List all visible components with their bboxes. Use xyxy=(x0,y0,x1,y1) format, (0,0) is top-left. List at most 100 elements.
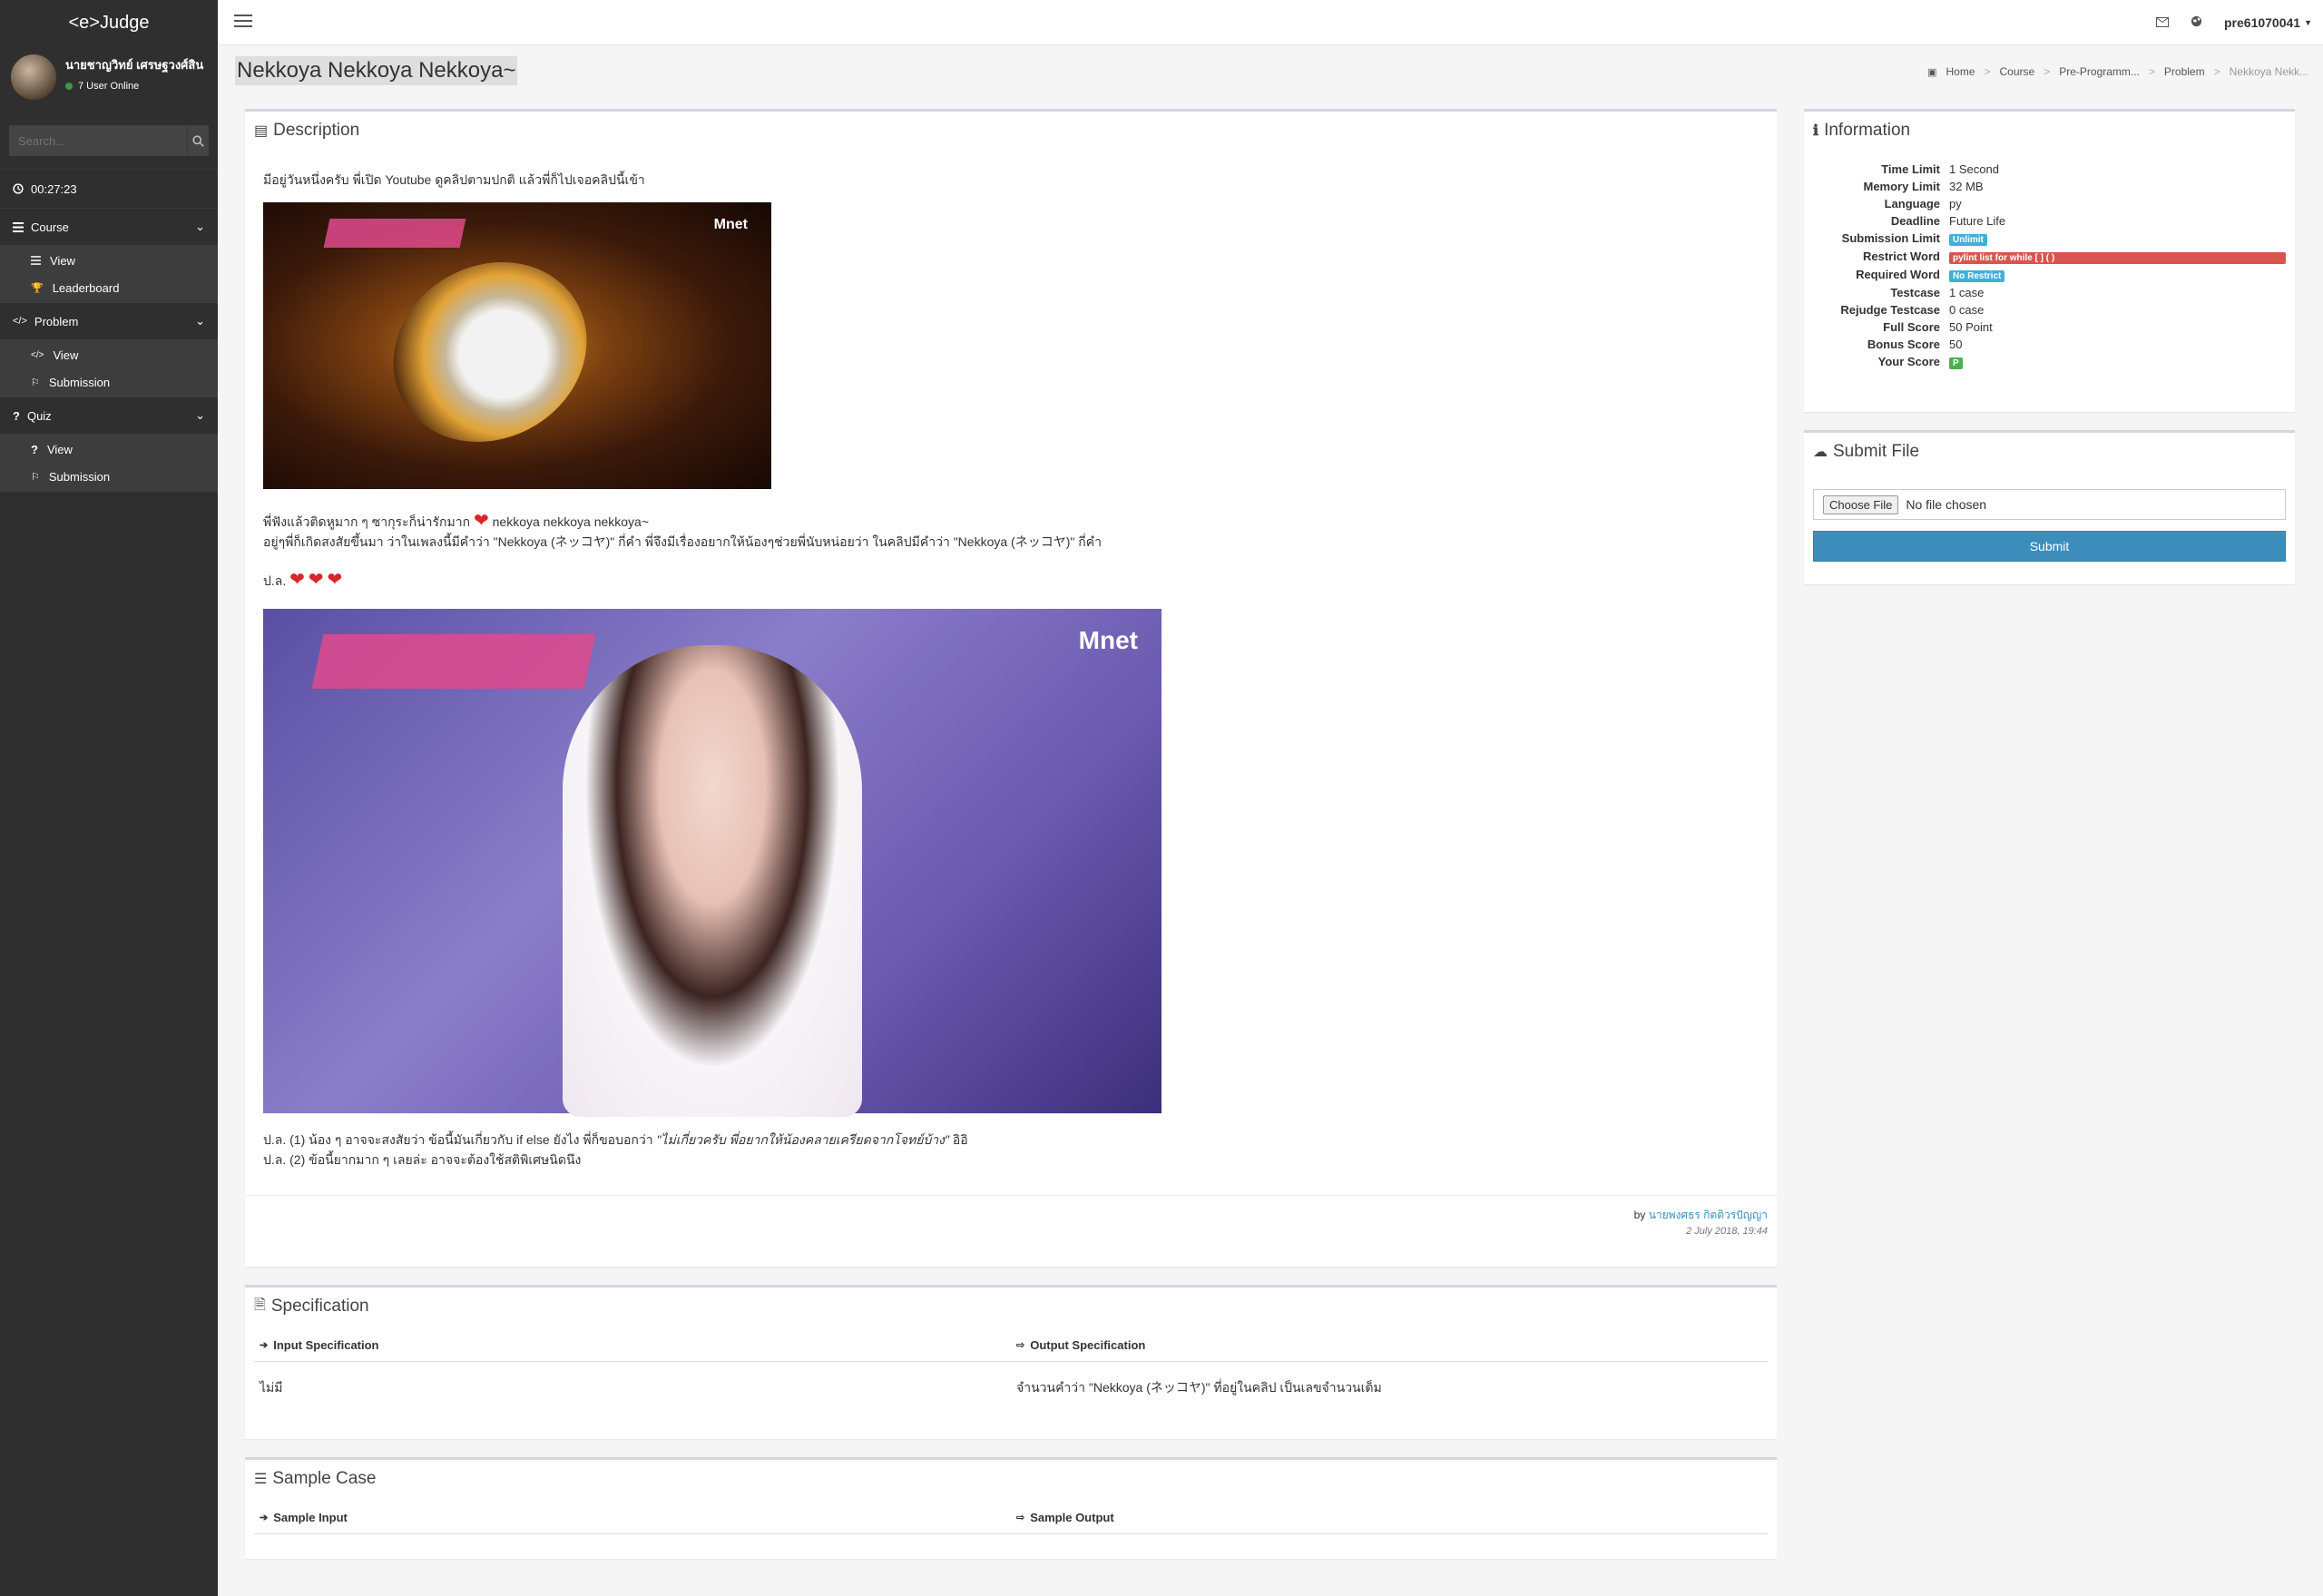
info-value: 32 MB xyxy=(1949,180,1984,193)
sidebar-search xyxy=(9,125,209,156)
ps1-italic: "ไม่เกี่ยวครับ พี่อยากให้น้องคลายเครียดจ… xyxy=(656,1132,949,1147)
cloud-upload-icon: ☁ xyxy=(1813,445,1828,460)
submenu-problem: </> View ⚐ Submission xyxy=(0,339,218,397)
ps1-text-b: อิอิ xyxy=(952,1132,968,1147)
info-label: Rejudge Testcase xyxy=(1840,303,1940,317)
input-spec-label: Input Specification xyxy=(273,1338,379,1352)
description-title: Description xyxy=(273,121,360,140)
brand-logo[interactable]: <e>Judge xyxy=(0,0,218,45)
breadcrumb-current: Nekkoya Nekk... xyxy=(2229,65,2308,78)
breadcrumb-home[interactable]: Home xyxy=(1946,65,1975,78)
heart-icon: ❤ xyxy=(327,570,343,590)
info-label: Memory Limit xyxy=(1863,180,1940,193)
information-header: ℹ Information xyxy=(1804,112,2295,150)
info-label: Deadline xyxy=(1890,214,1940,228)
mail-icon[interactable] xyxy=(2156,15,2169,30)
flag-icon: ⚐ xyxy=(31,471,40,483)
info-label: Testcase xyxy=(1890,286,1940,299)
problem-submission-label: Submission xyxy=(48,375,111,389)
mnet-logo: Mnet xyxy=(1078,626,1138,654)
information-title: Information xyxy=(1824,121,1911,140)
home-icon: ▣ xyxy=(1927,66,1937,78)
output-spec-value: จำนวนคำว่า "Nekkoya (ネッコヤ)" ที่อยู่ในคลิ… xyxy=(1016,1380,1382,1395)
quiz-view-item[interactable]: ? View xyxy=(0,436,218,463)
sample-case-box: ☰ Sample Case ➔ Sample Input ⇨ Sample Ou… xyxy=(245,1457,1777,1559)
clock-icon xyxy=(13,183,24,194)
info-label: Full Score xyxy=(1883,320,1940,334)
info-label: Time Limit xyxy=(1881,162,1940,176)
quiz-submission-item[interactable]: ⚐ Submission xyxy=(0,463,218,490)
author-footer: by นายพงศธร กิตติวรปัญญา 2 July 2018, 19… xyxy=(245,1195,1777,1248)
chevron-down-icon: ⌄ xyxy=(195,408,205,422)
girl-video-thumbnail: Mnet xyxy=(263,609,1162,1117)
description-box: ▤ Description มีอยู่วันหนึ่งครับ พี่เปิด… xyxy=(245,109,1777,1267)
ps-label: ป.ล. xyxy=(263,573,287,588)
output-spec-label: Output Specification xyxy=(1030,1338,1146,1352)
quiz-view-label: View xyxy=(46,442,73,456)
by-label: by xyxy=(1633,1209,1646,1221)
session-timer: 00:27:23 xyxy=(0,169,218,209)
info-value: No Restrict xyxy=(1949,268,2286,282)
menu-problem[interactable]: </> Problem ⌄ xyxy=(0,303,218,339)
chevron-down-icon: ⌄ xyxy=(195,314,205,328)
description-header: ▤ Description xyxy=(245,112,1777,150)
post-date: 2 July 2018, 19:44 xyxy=(1686,1226,1768,1237)
question-icon: ? xyxy=(13,408,20,423)
sign-out-icon: ⇨ xyxy=(1016,1513,1025,1523)
line1-text-b: nekkoya nekkoya nekkoya~ xyxy=(492,514,650,529)
search-input[interactable] xyxy=(9,125,187,156)
user-panel: นายชาญวิทย์ เศรษฐวงศ์สิน 7 User Online xyxy=(0,45,218,125)
info-badge: Unlimit xyxy=(1949,234,1987,246)
sample-header: ☰ Sample Case xyxy=(245,1460,1777,1498)
search-icon xyxy=(192,134,204,147)
file-input[interactable]: Choose File No file chosen xyxy=(1813,489,2286,520)
info-label: Restrict Word xyxy=(1863,250,1940,263)
info-value: 1 case xyxy=(1949,286,1985,299)
username: pre61070041 xyxy=(2224,15,2301,30)
mnet-logo: Mnet xyxy=(713,217,748,232)
sample-output-heading: ⇨ Sample Output xyxy=(1011,1498,1768,1534)
submit-file-box: ☁ Submit File Choose File No file chosen… xyxy=(1804,430,2295,584)
specification-header: 🗎 Specification xyxy=(245,1288,1777,1326)
course-leaderboard-item[interactable]: 🏆 Leaderboard xyxy=(0,274,218,301)
globe-icon[interactable] xyxy=(2191,15,2202,30)
menu-course[interactable]: Course ⌄ xyxy=(0,209,218,245)
breadcrumb-course[interactable]: Course xyxy=(2000,65,2035,78)
sign-out-icon: ⇨ xyxy=(1016,1340,1025,1351)
sample-input-label: Sample Input xyxy=(273,1511,348,1524)
hamburger-menu-button[interactable] xyxy=(229,8,258,36)
search-button[interactable] xyxy=(187,125,209,156)
breadcrumb-problem[interactable]: Problem xyxy=(2164,65,2205,78)
sign-in-icon: ➔ xyxy=(260,1513,269,1523)
heart-icon: ❤ xyxy=(473,511,489,531)
info-value: Unlimit xyxy=(1949,231,2286,246)
file-text-icon: 🗎 xyxy=(254,1297,266,1313)
quiz-submission-label: Submission xyxy=(48,469,111,484)
info-icon: ℹ xyxy=(1813,123,1819,139)
description-body: มีอยู่วันหนึ่งครับ พี่เปิด Youtube ดูคลิ… xyxy=(245,150,1777,1170)
list-alt-icon: ▤ xyxy=(254,123,269,139)
info-value: 1 Second xyxy=(1949,162,1999,176)
specification-title: Specification xyxy=(270,1297,369,1316)
breadcrumb-pre-programming[interactable]: Pre-Programm... xyxy=(2059,65,2140,78)
problem-view-item[interactable]: </> View xyxy=(0,341,218,368)
info-label: Language xyxy=(1884,197,1940,211)
page-title: Nekkoya Nekkoya Nekkoya~ xyxy=(235,56,518,85)
submit-button[interactable]: Submit xyxy=(1813,531,2286,562)
info-value: Future Life xyxy=(1949,214,2006,228)
user-name: นายชาญวิทย์ เศรษฐวงศ์สิน xyxy=(65,58,204,72)
problem-submission-item[interactable]: ⚐ Submission xyxy=(0,368,218,396)
choose-file-button[interactable]: Choose File xyxy=(1823,494,1899,514)
heart-icon: ❤ xyxy=(289,570,305,590)
author-link[interactable]: นายพงศธร กิตติวรปัญญา xyxy=(1649,1209,1768,1221)
info-badge: pylint list for while [ ] ( ) xyxy=(1949,252,2286,264)
course-view-item[interactable]: View xyxy=(0,247,218,274)
line1-text-a: พี่ฟังแล้วติดหูมาก ๆ ซากุระก็น่ารักมาก xyxy=(263,514,471,529)
user-menu[interactable]: pre61070041 ▼ xyxy=(2224,15,2312,30)
code-icon: </> xyxy=(31,349,44,360)
info-label: Your Score xyxy=(1877,355,1940,368)
menu-quiz-label: Quiz xyxy=(26,408,52,423)
menu-quiz[interactable]: ? Quiz ⌄ xyxy=(0,397,218,434)
file-status: No file chosen xyxy=(1906,497,1987,512)
online-status: 7 User Online xyxy=(65,81,203,92)
